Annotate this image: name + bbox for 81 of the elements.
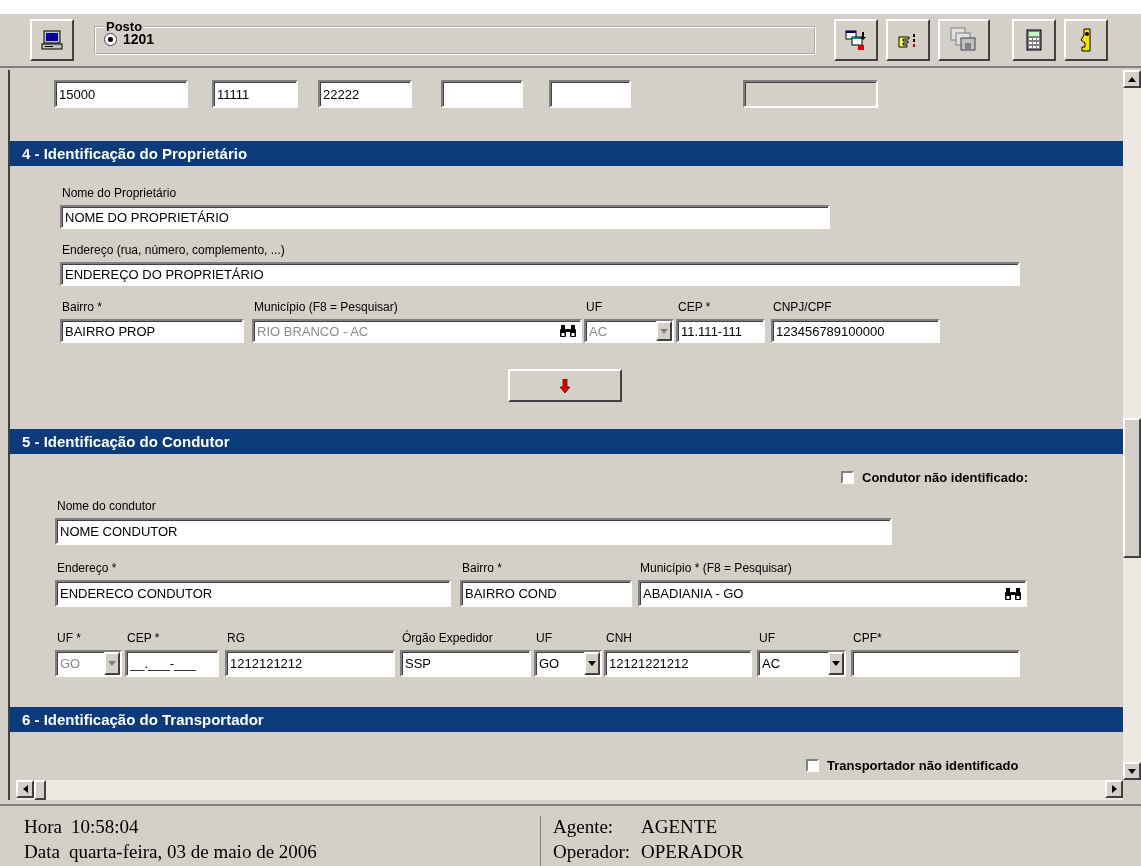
field-label: UF <box>758 630 776 647</box>
text-field[interactable]: __.___-___ <box>125 650 219 677</box>
toolbar-button[interactable] <box>1064 19 1108 61</box>
toolbar-button[interactable] <box>1012 19 1056 61</box>
text-field[interactable]: NOME DO PROPRIETÁRIO <box>60 205 830 229</box>
field-label: Nome do condutor <box>56 498 157 515</box>
text-field[interactable]: ENDEREÇO DO PROPRIETÁRIO <box>60 262 1020 286</box>
status-label: Hora <box>24 816 62 838</box>
status-value: OPERADOR <box>641 841 744 863</box>
text-field[interactable]: 12121221212 <box>604 650 752 677</box>
section-header: 6 - Identificação do Transportador <box>10 707 1123 732</box>
status-label: Data <box>24 841 60 863</box>
field-label: CEP * <box>126 630 161 647</box>
windows-arrow-icon <box>844 28 868 52</box>
text-field[interactable]: BAIRRO PROP <box>60 319 244 343</box>
field-label: CPF* <box>852 630 883 647</box>
field-label: UF <box>535 630 553 647</box>
calculator-icon <box>1026 29 1042 51</box>
binoculars-icon <box>1004 587 1022 600</box>
section-header: 5 - Identificação do Condutor <box>10 429 1123 454</box>
field-label: Endereço * <box>56 560 118 577</box>
status-value: quarta-feira, 03 de maio de 2006 <box>68 841 317 863</box>
scroll-right-button[interactable] <box>1105 780 1123 798</box>
scroll-left-button[interactable] <box>16 780 34 798</box>
triangle-down-icon <box>1128 768 1136 774</box>
toolbar-button[interactable] <box>834 19 878 61</box>
field-label: CEP * <box>677 299 712 316</box>
text-field[interactable]: BAIRRO COND <box>460 580 632 607</box>
field-label: CNH <box>605 630 633 647</box>
posto-radio[interactable]: 1201 <box>104 31 806 47</box>
triangle-up-icon <box>1128 76 1136 82</box>
triangle-right-icon <box>1111 785 1117 793</box>
binoculars-icon <box>559 325 577 337</box>
checkbox[interactable]: Transportador não identificado <box>806 757 1019 773</box>
scroll-down-button[interactable] <box>1123 762 1141 780</box>
checkbox[interactable]: Condutor não identificado: <box>841 469 1029 485</box>
field-label: Bairro * <box>461 560 503 577</box>
field-label: UF * <box>56 630 82 647</box>
arrow-down-icon <box>560 378 570 393</box>
toolbar-button[interactable] <box>886 19 930 61</box>
scroll-thumb[interactable] <box>1123 418 1141 558</box>
status-label: Operador: <box>553 841 632 863</box>
section-header: 4 - Identificação do Proprietário <box>10 141 1123 166</box>
field-label: UF <box>585 299 603 316</box>
text-field[interactable]: NOME CONDUTOR <box>55 518 892 545</box>
field-label: CNPJ/CPF <box>772 299 833 316</box>
field-label: Endereço (rua, número, complemento, ...) <box>61 242 286 259</box>
text-field[interactable]: 11.111-111 <box>676 319 765 343</box>
toolbar-button[interactable] <box>938 19 990 61</box>
arrow-down-button[interactable] <box>508 369 622 402</box>
computer-icon <box>41 29 63 51</box>
text-field[interactable]: SSP <box>400 650 531 677</box>
text-field[interactable]: 11111 <box>212 80 298 108</box>
text-field[interactable]: 123456789100000 <box>771 319 940 343</box>
stacked-windows-icon <box>949 26 979 54</box>
text-field[interactable]: 15000 <box>54 80 188 108</box>
field-label: Órgão Expedidor <box>401 629 494 647</box>
horizontal-scrollbar[interactable] <box>16 780 1123 800</box>
search-field[interactable]: ABADIANIA - GO <box>638 580 1027 607</box>
text-field[interactable] <box>549 80 631 108</box>
field-label: Município (F8 = Pesquisar) <box>253 299 399 316</box>
dropdown[interactable]: GO <box>534 650 602 677</box>
field-label: RG <box>226 630 246 647</box>
field-label: Nome do Proprietário <box>61 185 178 202</box>
text-field[interactable] <box>851 650 1020 677</box>
dropdown[interactable]: AC <box>757 650 846 677</box>
status-label: Agente: <box>553 816 615 838</box>
text-field[interactable]: ENDERECO CONDUTOR <box>55 580 451 607</box>
field-label: Bairro * <box>61 299 103 316</box>
triangle-left-icon <box>22 785 28 793</box>
vertical-scrollbar[interactable] <box>1123 70 1141 780</box>
scroll-up-button[interactable] <box>1123 70 1141 88</box>
posto-legend: Posto <box>104 21 145 33</box>
status-value: 10:58:04 <box>71 816 139 838</box>
status-value: AGENTE <box>641 816 717 838</box>
computer-button[interactable] <box>30 19 74 61</box>
scroll-thumb[interactable] <box>34 780 46 800</box>
text-field[interactable] <box>441 80 523 108</box>
text-field[interactable]: 22222 <box>318 80 412 108</box>
field-label: Município * (F8 = Pesquisar) <box>639 560 793 577</box>
text-field[interactable]: 1212121212 <box>225 650 395 677</box>
